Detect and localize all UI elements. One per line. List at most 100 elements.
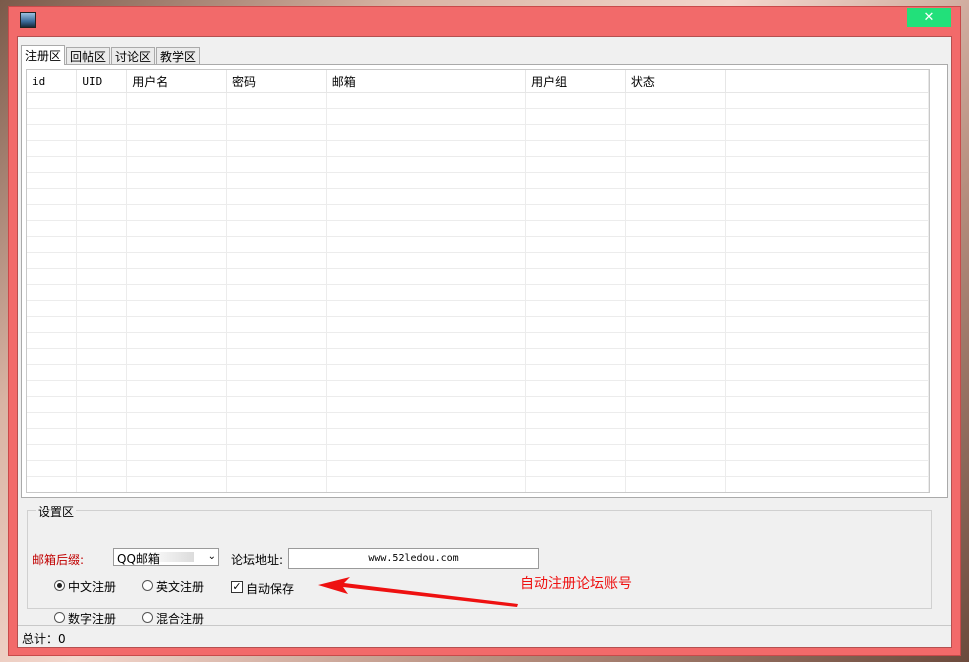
- table-cell[interactable]: [126, 460, 228, 477]
- table-cell[interactable]: [625, 140, 726, 157]
- radio-number-register[interactable]: [54, 612, 65, 623]
- table-cell[interactable]: [76, 268, 128, 285]
- table-cell[interactable]: [27, 316, 78, 333]
- table-cell[interactable]: [725, 316, 929, 333]
- table-cell[interactable]: [226, 444, 327, 461]
- table-cell[interactable]: [27, 348, 78, 365]
- table-row[interactable]: [27, 188, 929, 205]
- table-cell[interactable]: [126, 252, 228, 269]
- table-cell[interactable]: [27, 236, 78, 253]
- table-cell[interactable]: [27, 444, 78, 461]
- table-cell[interactable]: [725, 172, 929, 189]
- table-cell[interactable]: [326, 348, 527, 365]
- table-cell[interactable]: [326, 364, 527, 381]
- column-header-uid[interactable]: UID: [76, 70, 128, 93]
- table-cell[interactable]: [326, 412, 527, 429]
- table-row[interactable]: [27, 172, 929, 189]
- table-cell[interactable]: [625, 268, 726, 285]
- table-cell[interactable]: [326, 108, 527, 125]
- table-cell[interactable]: [226, 172, 327, 189]
- table-cell[interactable]: [525, 284, 626, 301]
- table-row[interactable]: [27, 252, 929, 269]
- table-cell[interactable]: [27, 268, 78, 285]
- table-cell[interactable]: [76, 444, 128, 461]
- table-cell[interactable]: [625, 156, 726, 173]
- table-cell[interactable]: [625, 444, 726, 461]
- table-cell[interactable]: [525, 220, 626, 237]
- table-cell[interactable]: [27, 204, 78, 221]
- table-cell[interactable]: [226, 332, 327, 349]
- table-cell[interactable]: [725, 348, 929, 365]
- table-row[interactable]: [27, 412, 929, 429]
- tab-reply[interactable]: 回帖区: [66, 47, 111, 65]
- table-cell[interactable]: [126, 188, 228, 205]
- table-cell[interactable]: [126, 364, 228, 381]
- table-cell[interactable]: [76, 412, 128, 429]
- table-cell[interactable]: [725, 156, 929, 173]
- table-cell[interactable]: [725, 300, 929, 317]
- table-cell[interactable]: [625, 284, 726, 301]
- close-button[interactable]: ✕: [907, 8, 951, 27]
- table-cell[interactable]: [126, 428, 228, 445]
- table-cell[interactable]: [326, 220, 527, 237]
- table-cell[interactable]: [725, 268, 929, 285]
- table-cell[interactable]: [27, 108, 78, 125]
- table-cell[interactable]: [725, 236, 929, 253]
- table-cell[interactable]: [226, 92, 327, 109]
- table-cell[interactable]: [27, 476, 78, 492]
- table-cell[interactable]: [625, 332, 726, 349]
- table-cell[interactable]: [725, 204, 929, 221]
- table-cell[interactable]: [625, 172, 726, 189]
- table-cell[interactable]: [625, 236, 726, 253]
- table-cell[interactable]: [525, 188, 626, 205]
- table-cell[interactable]: [725, 252, 929, 269]
- table-cell[interactable]: [326, 156, 527, 173]
- table-row[interactable]: [27, 204, 929, 221]
- table-cell[interactable]: [27, 460, 78, 477]
- table-cell[interactable]: [126, 156, 228, 173]
- table-cell[interactable]: [326, 236, 527, 253]
- table-cell[interactable]: [126, 268, 228, 285]
- table-cell[interactable]: [625, 316, 726, 333]
- table-cell[interactable]: [525, 172, 626, 189]
- table-row[interactable]: [27, 268, 929, 285]
- column-header-password[interactable]: 密码: [226, 70, 327, 93]
- table-cell[interactable]: [525, 316, 626, 333]
- table-row[interactable]: [27, 300, 929, 317]
- table-cell[interactable]: [76, 236, 128, 253]
- table-cell[interactable]: [326, 268, 527, 285]
- table-cell[interactable]: [226, 476, 327, 492]
- tab-discussion[interactable]: 讨论区: [111, 47, 156, 65]
- table-row[interactable]: [27, 348, 929, 365]
- table-row[interactable]: [27, 316, 929, 333]
- table-cell[interactable]: [27, 188, 78, 205]
- table-cell[interactable]: [625, 108, 726, 125]
- table-cell[interactable]: [226, 380, 327, 397]
- table-cell[interactable]: [725, 92, 929, 109]
- table-cell[interactable]: [525, 300, 626, 317]
- table-row[interactable]: [27, 428, 929, 445]
- table-cell[interactable]: [625, 380, 726, 397]
- table-cell[interactable]: [326, 172, 527, 189]
- table-cell[interactable]: [525, 124, 626, 141]
- table-cell[interactable]: [525, 92, 626, 109]
- table-cell[interactable]: [725, 140, 929, 157]
- table-cell[interactable]: [27, 92, 78, 109]
- table-cell[interactable]: [226, 348, 327, 365]
- table-cell[interactable]: [226, 300, 327, 317]
- table-cell[interactable]: [725, 108, 929, 125]
- table-cell[interactable]: [76, 348, 128, 365]
- table-cell[interactable]: [625, 92, 726, 109]
- table-cell[interactable]: [326, 380, 527, 397]
- table-cell[interactable]: [625, 364, 726, 381]
- table-cell[interactable]: [525, 364, 626, 381]
- table-row[interactable]: [27, 476, 929, 492]
- table-cell[interactable]: [126, 124, 228, 141]
- table-cell[interactable]: [725, 412, 929, 429]
- table-cell[interactable]: [76, 300, 128, 317]
- table-cell[interactable]: [126, 332, 228, 349]
- table-cell[interactable]: [27, 252, 78, 269]
- table-cell[interactable]: [126, 284, 228, 301]
- table-cell[interactable]: [126, 172, 228, 189]
- table-cell[interactable]: [326, 444, 527, 461]
